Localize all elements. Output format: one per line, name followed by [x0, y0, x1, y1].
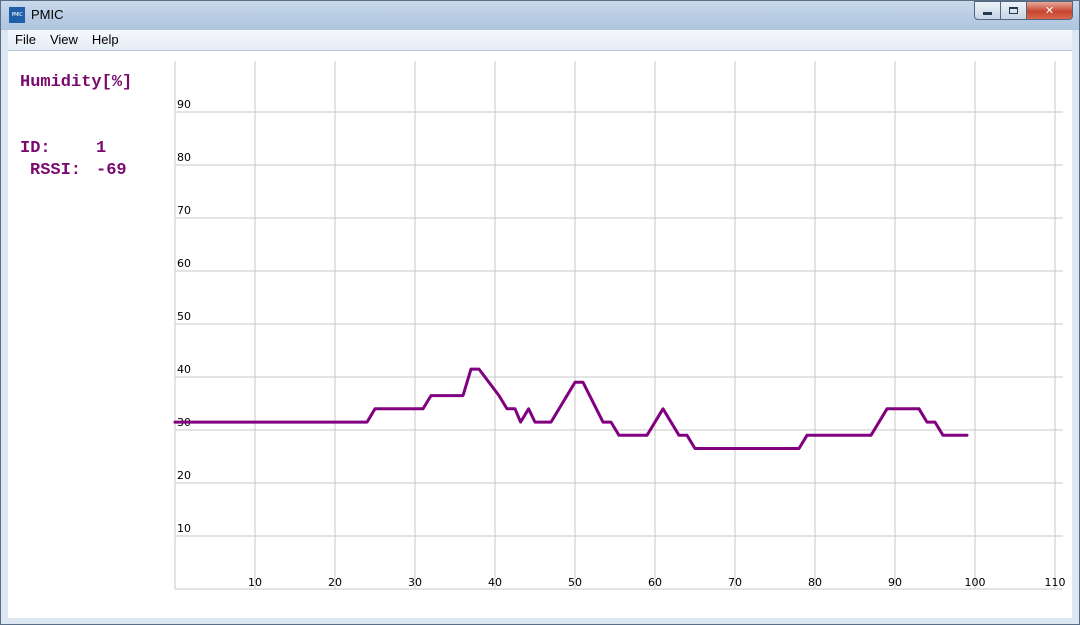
y-tick-label: 40: [177, 363, 191, 376]
y-tick-label: 80: [177, 151, 191, 164]
x-tick-label: 100: [965, 576, 986, 589]
menu-view[interactable]: View: [43, 30, 85, 50]
humidity-chart: 10 20 30 40 50 60 70 80 90 100 1101020304050607080…: [173, 61, 1066, 590]
x-tick-label: 10: [248, 576, 262, 589]
menu-bar: File View Help: [8, 30, 1072, 51]
x-tick-label: 90: [888, 576, 902, 589]
minimize-icon: [983, 12, 992, 15]
window-title: PMIC: [31, 7, 64, 22]
x-tick-label: 30: [408, 576, 422, 589]
humidity-series-line: [173, 367, 969, 450]
x-tick-label: 40: [488, 576, 502, 589]
menu-file[interactable]: File: [8, 30, 43, 50]
y-tick-label: 50: [177, 310, 191, 323]
x-tick-label: 70: [728, 576, 742, 589]
close-button[interactable]: ✕: [1027, 1, 1073, 20]
y-tick-label: 20: [177, 469, 191, 482]
close-icon: ✕: [1044, 4, 1055, 17]
title-bar[interactable]: PMIC PMIC ✕: [1, 1, 1079, 30]
x-tick-label: 50: [568, 576, 582, 589]
x-tick-label: 20: [328, 576, 342, 589]
x-tick-label: 80: [808, 576, 822, 589]
x-tick-label: 60: [648, 576, 662, 589]
app-window: PMIC PMIC ✕ File View Help Humidity[%] I…: [0, 0, 1080, 625]
window-controls: ✕: [974, 1, 1073, 21]
minimize-button[interactable]: [974, 1, 1001, 20]
y-tick-label: 10: [177, 522, 191, 535]
chart-area: Humidity[%] ID: 1 RSSI: -69 10 20 30 40 50 60…: [8, 51, 1072, 618]
y-tick-label: 90: [177, 98, 191, 111]
y-tick-label: 70: [177, 204, 191, 217]
menu-help[interactable]: Help: [85, 30, 126, 50]
maximize-icon: [1009, 7, 1018, 14]
app-icon: PMIC: [9, 7, 25, 23]
x-tick-label: 110: [1045, 576, 1066, 589]
y-tick-label: 60: [177, 257, 191, 270]
maximize-button[interactable]: [1001, 1, 1027, 20]
